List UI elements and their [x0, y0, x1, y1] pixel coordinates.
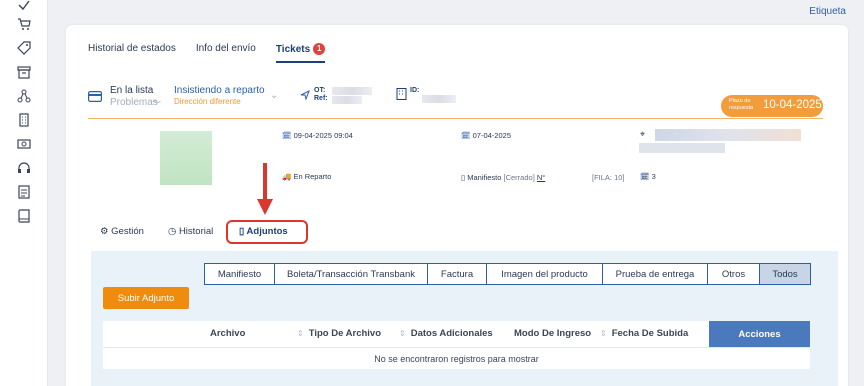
id-label: ID: — [410, 87, 420, 94]
gear-icon: ⚙ — [100, 226, 109, 237]
col-tipo-archivo-label: Tipo De Archivo — [308, 328, 382, 339]
ref-label: Ref: — [314, 95, 328, 102]
delivery-status-value: En Reparto — [293, 172, 332, 181]
manifest-number-link[interactable]: N° — [537, 173, 545, 182]
sidebar — [0, 0, 48, 386]
location-pin-icon: ⌖ — [640, 129, 646, 139]
sub-tab-adjuntos[interactable]: ▯ Adjuntos — [239, 226, 288, 237]
product-thumbnail — [160, 131, 212, 185]
tab-tickets-label: Tickets — [275, 44, 311, 55]
cart-icon[interactable] — [17, 17, 31, 31]
ticket-card: Historial de estados Info del envío Tick… — [66, 25, 848, 386]
chevron-down-icon[interactable]: ⌄ — [270, 90, 278, 101]
file-icon: ▯ — [461, 173, 466, 182]
col-archivo[interactable]: Archivo — [210, 328, 245, 339]
attachments-table: Archivo ⇕ Tipo De Archivo ⇕ Datos Adiciona… — [103, 321, 810, 369]
filter-manifiesto[interactable]: Manifiesto — [204, 263, 275, 285]
sub-tab-gestion-label: Gestión — [111, 226, 144, 237]
plazo-date: 10-04-2025 — [763, 99, 822, 111]
plazo-label: Plazo de respuesta — [729, 98, 754, 111]
document-list-icon[interactable] — [17, 185, 31, 199]
state-label[interactable]: Insistiendo a reparto — [174, 85, 265, 96]
file-icon: ▯ — [239, 226, 245, 237]
empty-message: No se encontraron registros para mostrar — [103, 347, 810, 369]
manifest-label: Manifiesto — [467, 173, 502, 182]
sort-icon: ⇕ — [600, 329, 607, 338]
list-sub: Problemas — [110, 97, 158, 108]
attachment-type-filters: Manifiesto Boleta/Transacción Transbank … — [204, 263, 811, 285]
sub-tab-historial[interactable]: ◷ Historial — [168, 226, 213, 237]
calendar-icon: 🗓 — [461, 131, 471, 140]
address-redacted — [655, 129, 801, 141]
filter-imagen-producto[interactable]: Imagen del producto — [487, 263, 603, 285]
calendar-icon: 🗓 — [282, 131, 292, 140]
fila-info: [FILA: 10] — [592, 173, 625, 182]
created-date: 🗓 09-04-2025 09:04 — [282, 131, 353, 140]
filter-prueba-entrega[interactable]: Prueba de entrega — [603, 263, 708, 285]
other-date-value: 07-04-2025 — [472, 131, 511, 140]
id-value-redacted — [422, 95, 456, 103]
filter-otros[interactable]: Otros — [708, 263, 760, 285]
tab-tickets[interactable]: Tickets 1 — [275, 43, 326, 63]
col-modo-ingreso[interactable]: Modo De Ingreso — [514, 328, 591, 339]
col-modo-ingreso-label: Modo De Ingreso — [514, 328, 592, 339]
count-info: 🗓 3 — [640, 172, 656, 181]
col-acciones: Acciones — [709, 321, 810, 347]
plazo-badge: Plazo de respuesta 10-04-2025 — [721, 95, 823, 117]
swap-icon[interactable]: 〜 — [152, 95, 161, 108]
col-fecha-subida-label: Fecha De Subida — [611, 328, 689, 339]
other-date: 🗓 07-04-2025 — [461, 131, 511, 140]
headset-icon[interactable] — [17, 161, 31, 175]
attachments-panel: Manifiesto Boleta/Transacción Transbank … — [91, 251, 838, 386]
clock-icon: ◷ — [168, 226, 177, 237]
truck-icon: 🚚 — [282, 172, 292, 181]
state-sub: Dirección diferente — [174, 97, 241, 106]
calendar-icon: 🗓 — [640, 172, 650, 181]
count-value: 3 — [651, 172, 656, 181]
check-icon[interactable] — [17, 0, 31, 12]
divider — [88, 118, 823, 119]
col-tipo-archivo[interactable]: ⇕ Tipo De Archivo — [297, 328, 381, 339]
col-datos-adicionales-label: Datos Adicionales — [410, 328, 493, 339]
tab-historial-estados[interactable]: Historial de estados — [88, 43, 176, 63]
cash-icon[interactable] — [17, 137, 31, 151]
building-id-icon — [396, 88, 407, 103]
sort-icon: ⇕ — [399, 329, 406, 338]
manifest-info: ▯ Manifiesto [Cerrado] N° — [461, 173, 545, 182]
address-line2-redacted — [639, 143, 725, 153]
col-datos-adicionales[interactable]: ⇕ Datos Adicionales — [399, 328, 493, 339]
red-arrow-annotation — [257, 163, 273, 215]
filter-boleta[interactable]: Boleta/Transacción Transbank — [275, 263, 428, 285]
ot-value-redacted — [332, 87, 372, 95]
col-fecha-subida[interactable]: ⇕ Fecha De Subida — [600, 328, 688, 339]
sub-tab-historial-label: Historial — [178, 226, 214, 237]
archive-icon[interactable] — [17, 65, 31, 79]
filter-todos[interactable]: Todos — [760, 263, 811, 285]
card-icon — [88, 91, 103, 105]
ref-value-redacted — [332, 96, 362, 104]
etiqueta-link[interactable]: Etiqueta — [809, 6, 846, 17]
top-tabs: Historial de estados Info del envío Tick… — [88, 43, 326, 63]
table-header: Archivo ⇕ Tipo De Archivo ⇕ Datos Adiciona… — [103, 321, 810, 347]
book-icon[interactable] — [17, 209, 31, 223]
tag-icon[interactable] — [17, 41, 31, 55]
delivery-status: 🚚 En Reparto — [282, 172, 331, 181]
tickets-count-badge: 1 — [313, 43, 326, 55]
filter-factura[interactable]: Factura — [428, 263, 487, 285]
send-icon — [300, 89, 310, 103]
sort-icon: ⇕ — [297, 329, 304, 338]
sub-tab-gestion[interactable]: ⚙ Gestión — [100, 226, 144, 237]
manifest-state: [Cerrado] — [503, 173, 535, 182]
network-icon[interactable] — [17, 89, 31, 103]
upload-attachment-button[interactable]: Subir Adjunto — [103, 287, 189, 309]
status-row: En la lista Problemas 〜 Insistiendo a re… — [88, 85, 828, 115]
building-icon[interactable] — [17, 113, 31, 127]
list-label: En la lista — [110, 85, 154, 96]
ot-label: OT: — [314, 87, 326, 94]
created-date-value: 09-04-2025 09:04 — [293, 131, 353, 140]
tab-info-envio[interactable]: Info del envío — [196, 43, 256, 63]
sub-tab-adjuntos-label: Adjuntos — [246, 226, 288, 237]
